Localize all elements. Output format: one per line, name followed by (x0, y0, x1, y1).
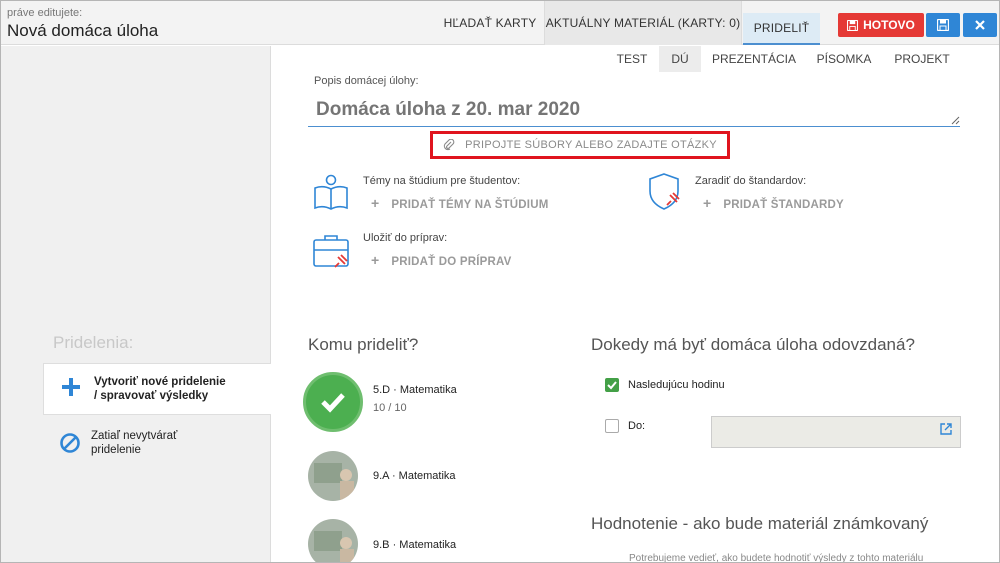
tab-project[interactable]: PROJEKT (882, 46, 962, 72)
class-avatar[interactable] (308, 451, 358, 501)
class-avatar[interactable] (308, 519, 358, 562)
class-avatar-selected[interactable] (303, 372, 363, 432)
add-standards-button[interactable]: + PRIDAŤ ŠTANDARDY (703, 195, 844, 211)
plus-icon: + (371, 252, 380, 268)
topics-label: Témy na štúdium pre študentov: (363, 175, 521, 187)
sidebar-heading: Pridelenia: (53, 333, 134, 352)
class-count: 10 / 10 (373, 402, 407, 414)
add-topics-button[interactable]: + PRIDAŤ TÉMY NA ŠTÚDIUM (371, 195, 549, 211)
done-button[interactable]: HOTOVO (838, 13, 924, 37)
close-icon (975, 20, 985, 30)
sidebar-item-create-assignment[interactable]: Vytvoriť nové pridelenie / spravovať výs… (43, 363, 271, 415)
briefcase-pin-icon (313, 235, 349, 268)
close-button[interactable] (963, 13, 997, 37)
tab-presentation[interactable]: PREZENTÁCIA (702, 46, 806, 72)
external-link-icon[interactable] (939, 422, 953, 436)
done-label: HOTOVO (863, 18, 915, 32)
due-date-input[interactable] (711, 416, 961, 448)
tab-written-test[interactable]: PÍSOMKA (807, 46, 881, 72)
top-bar: práve editujete: Nová domáca úloha HĽADA… (1, 1, 999, 45)
page-title: Nová domáca úloha (7, 21, 159, 40)
classroom-icon (314, 531, 354, 562)
prep-label: Uložiť do príprav: (363, 232, 448, 244)
plus-icon: + (703, 195, 712, 211)
resize-handle-icon[interactable] (950, 115, 960, 125)
description-input[interactable] (308, 93, 960, 127)
grading-note: Potrebujeme vedieť, ako budete hodnotiť … (629, 553, 924, 563)
sidebar-item-label: Zatiaľ nevytvárať pridelenie (91, 430, 178, 456)
sidebar-item-no-assignment[interactable]: Zatiaľ nevytvárať pridelenie (43, 420, 271, 470)
grading-heading: Hodnotenie - ako bude materiál známkovan… (591, 514, 929, 533)
sidebar: Pridelenia: Vytvoriť nové pridelenie / s… (1, 46, 271, 562)
tab-assign[interactable]: PRIDELIŤ (743, 13, 820, 45)
tab-search-cards[interactable]: HĽADAŤ KARTY (437, 1, 543, 45)
class-name: 9.B · Matematika (373, 539, 457, 551)
plus-icon: + (371, 195, 380, 211)
attach-label: PRIPOJTE SÚBORY ALEBO ZADAJTE OTÁZKY (465, 139, 717, 151)
class-name: 9.A · Matematika (373, 470, 456, 482)
tab-current-material[interactable]: AKTUÁLNY MATERIÁL (KARTY: 0) (544, 1, 742, 45)
until-date-checkbox[interactable] (605, 419, 619, 433)
sidebar-item-label: Vytvoriť nové pridelenie / spravovať výs… (94, 376, 226, 402)
editing-caption: práve editujete: (7, 7, 83, 19)
paperclip-icon (443, 139, 455, 151)
plus-icon (62, 378, 80, 396)
classroom-icon (314, 463, 354, 501)
assign-heading: Komu prideliť? (308, 335, 419, 354)
tab-homework[interactable]: DÚ (659, 46, 701, 72)
standards-label: Zaradiť do štandardov: (695, 175, 807, 187)
tab-test[interactable]: TEST (606, 46, 658, 72)
save-icon (937, 19, 949, 31)
deadline-heading: Dokedy má byť domáca úloha odovzdaná? (591, 335, 915, 354)
check-icon (607, 381, 617, 390)
check-icon (321, 393, 345, 413)
ban-icon (60, 433, 80, 453)
add-to-prep-button[interactable]: + PRIDAŤ DO PRÍPRAV (371, 252, 512, 268)
save-button[interactable] (926, 13, 960, 37)
shield-pin-icon (649, 173, 680, 210)
app-window: práve editujete: Nová domáca úloha HĽADA… (0, 0, 1000, 563)
attach-files-button[interactable]: PRIPOJTE SÚBORY ALEBO ZADAJTE OTÁZKY (430, 131, 730, 159)
description-label: Popis domácej úlohy: (314, 75, 419, 87)
next-lesson-label: Nasledujúcu hodinu (628, 379, 725, 391)
class-name: 5.D · Matematika (373, 384, 457, 396)
until-label: Do: (628, 420, 646, 432)
save-icon (847, 19, 859, 31)
next-lesson-checkbox[interactable] (605, 378, 619, 392)
book-reader-icon (314, 174, 348, 210)
